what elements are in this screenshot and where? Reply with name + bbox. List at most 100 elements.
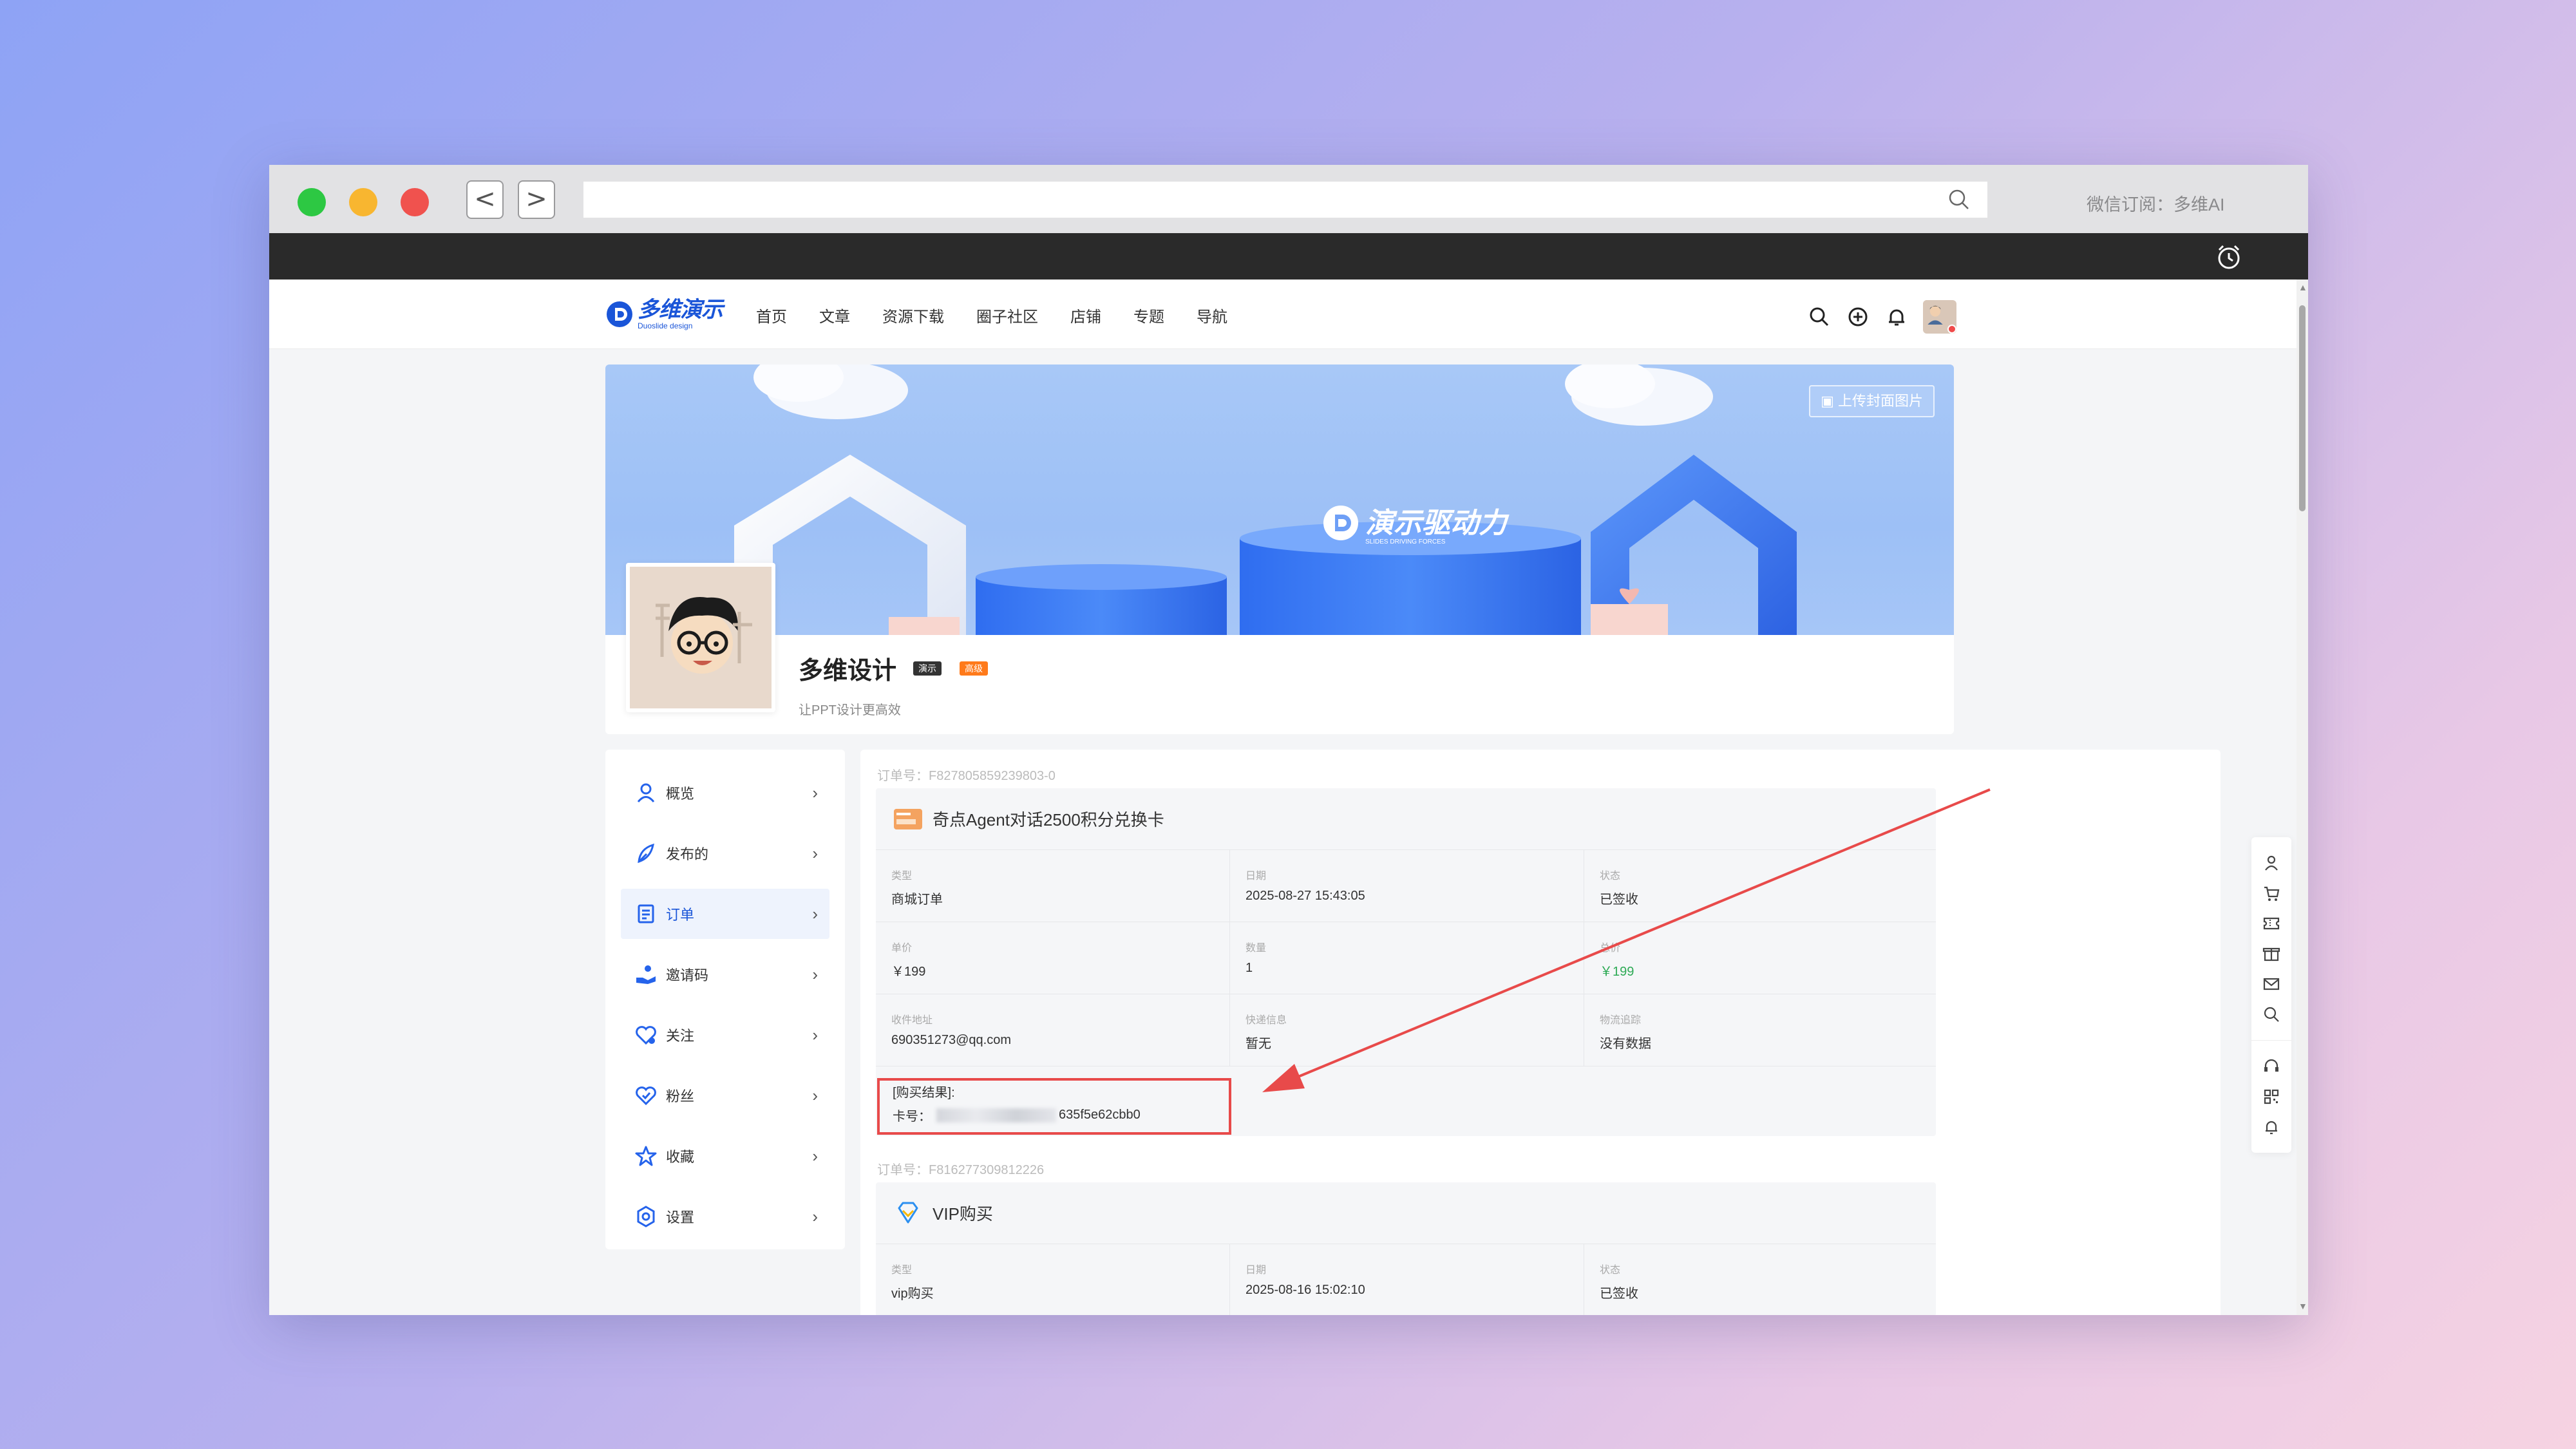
profile-avatar[interactable] [626,563,775,712]
window-close-button[interactable] [401,188,429,216]
upload-cover-button[interactable]: ▣ 上传封面图片 [1809,385,1935,417]
detail-label: 状态 [1600,871,1621,882]
upload-cover-label: 上传封面图片 [1837,393,1923,409]
forward-button[interactable]: > [518,180,555,219]
scroll-up-arrow[interactable]: ▲ [2298,283,2307,292]
nav-downloads[interactable]: 资源下载 [882,304,944,327]
chevron-right-icon: › [812,1146,818,1166]
detail-total: 总价 ￥199 [1584,922,1936,994]
detail-label: 单价 [891,943,913,954]
sidebar-item-fans[interactable]: 粉丝 › [621,1070,829,1121]
detail-value: vip购买 [891,1287,934,1301]
detail-value: 已签收 [1600,893,1638,907]
scroll-thumb[interactable] [2299,305,2306,511]
page-scrollbar[interactable]: ▲ ▼ [2297,279,2308,1315]
nav-home[interactable]: 首页 [756,304,787,327]
detail-shipping: 快递信息 暂无 [1230,994,1584,1066]
detail-value: 商城订单 [891,893,943,907]
chevron-right-icon: › [812,782,818,802]
user-avatar[interactable] [1923,300,1956,334]
profile-name: 多维设计 [799,658,897,685]
search-icon[interactable] [1946,187,1972,213]
ticket-icon[interactable] [2262,914,2281,933]
detail-label: 快递信息 [1245,1015,1287,1026]
nav-shop[interactable]: 店铺 [1070,304,1101,327]
detail-label: 类型 [891,871,913,882]
detail-label: 收件地址 [891,1015,933,1026]
nav-articles[interactable]: 文章 [819,304,850,327]
user-icon[interactable] [2262,853,2281,873]
detail-value: 2025-08-27 15:43:05 [1245,889,1365,903]
sidebar-item-follow[interactable]: 关注 › [621,1010,829,1060]
chevron-right-icon: › [812,964,818,984]
detail-value: 1 [1245,961,1253,975]
avatar-cartoon-icon [630,567,772,708]
site-logo[interactable]: 多维演示 Duoslide design [605,298,723,331]
floating-toolbar [2251,837,2291,1153]
image-icon: ▣ [1821,393,1834,409]
chevron-right-icon: › [812,843,818,863]
sidebar-item-invite-code[interactable]: 邀请码 › [621,949,829,999]
gear-icon [637,1206,655,1227]
detail-type: 类型 vip购买 [876,1244,1230,1315]
logo-mark-icon [607,301,632,327]
search-icon[interactable] [1807,305,1832,329]
detail-quantity: 数量 1 [1230,922,1584,994]
chevron-right-icon: › [812,1085,818,1105]
search-icon[interactable] [2262,1005,2281,1024]
profile-subtitle: 让PPT设计更高效 [799,703,901,717]
alarm-clock-icon[interactable] [2214,242,2244,272]
bell-icon[interactable] [1884,305,1909,329]
user-sidebar: 概览 › 发布的 › 订单 › 邀请码 › 关注 › 粉丝 › 收藏 › 设置 … [605,750,845,1249]
bell-icon[interactable] [2262,1117,2281,1137]
sidebar-item-favorites[interactable]: 收藏 › [621,1131,829,1181]
window-minimize-button[interactable] [349,188,377,216]
sidebar-item-orders[interactable]: 订单 › [621,889,829,939]
product-thumbnail-icon [894,808,922,829]
qrcode-icon[interactable] [2262,1087,2281,1106]
headset-icon[interactable] [2262,1057,2281,1076]
banner-illustration [734,365,1797,635]
highlight-box [877,1078,1231,1135]
avatar-face-icon [1923,300,1947,325]
sidebar-item-settings[interactable]: 设置 › [621,1191,829,1242]
header-tools [1807,300,1956,334]
invite-icon [636,965,656,984]
sidebar-item-overview[interactable]: 概览 › [621,768,829,818]
detail-label: 状态 [1600,1265,1621,1276]
nav-guide[interactable]: 导航 [1197,304,1227,327]
detail-label: 总价 [1600,943,1621,954]
profile-name-row: 多维设计 演示 高级 [799,650,989,686]
detail-date: 日期 2025-08-16 15:02:10 [1230,1244,1584,1315]
plus-circle-icon[interactable] [1846,305,1870,329]
detail-label: 日期 [1245,1265,1267,1276]
detail-value: 暂无 [1245,1037,1271,1051]
order-title-row: 奇点Agent对话2500积分兑换卡 [876,788,1936,850]
mail-icon[interactable] [2262,974,2281,994]
nav-topics[interactable]: 专题 [1133,304,1164,327]
level-badge: 高级 [960,661,989,676]
detail-value: ￥199 [1600,965,1634,979]
browser-window: < > 微信订阅：多维AI 多维演示 Duoslide design 首页 文章… [269,165,2308,1315]
detail-label: 类型 [891,1265,913,1276]
banner-logo-icon [1323,505,1358,540]
detail-status: 状态 已签收 [1584,850,1936,922]
banner-brand: 演示驱动力 SLIDES DRIVING FORCES [1321,500,1507,545]
sidebar-item-label: 订单 [666,907,695,923]
detail-address: 收件地址 690351273@qq.com [876,994,1230,1066]
cart-icon[interactable] [2262,884,2281,903]
top-dark-bar [269,233,2308,279]
sidebar-item-published[interactable]: 发布的 › [621,828,829,878]
nav-community[interactable]: 圈子社区 [976,304,1038,327]
detail-value: ￥199 [891,965,926,979]
role-badge: 演示 [913,661,942,676]
logo-subtext: Duoslide design [638,321,693,330]
scroll-down-arrow[interactable]: ▼ [2298,1302,2307,1311]
address-bar[interactable] [583,182,1987,218]
gift-icon[interactable] [2262,944,2281,963]
window-zoom-button[interactable] [298,188,326,216]
detail-tracking: 物流追踪 没有数据 [1584,994,1936,1066]
back-button[interactable]: < [466,180,504,219]
detail-value: 690351273@qq.com [891,1033,1011,1047]
logo-text: 多维演示 [638,298,723,322]
